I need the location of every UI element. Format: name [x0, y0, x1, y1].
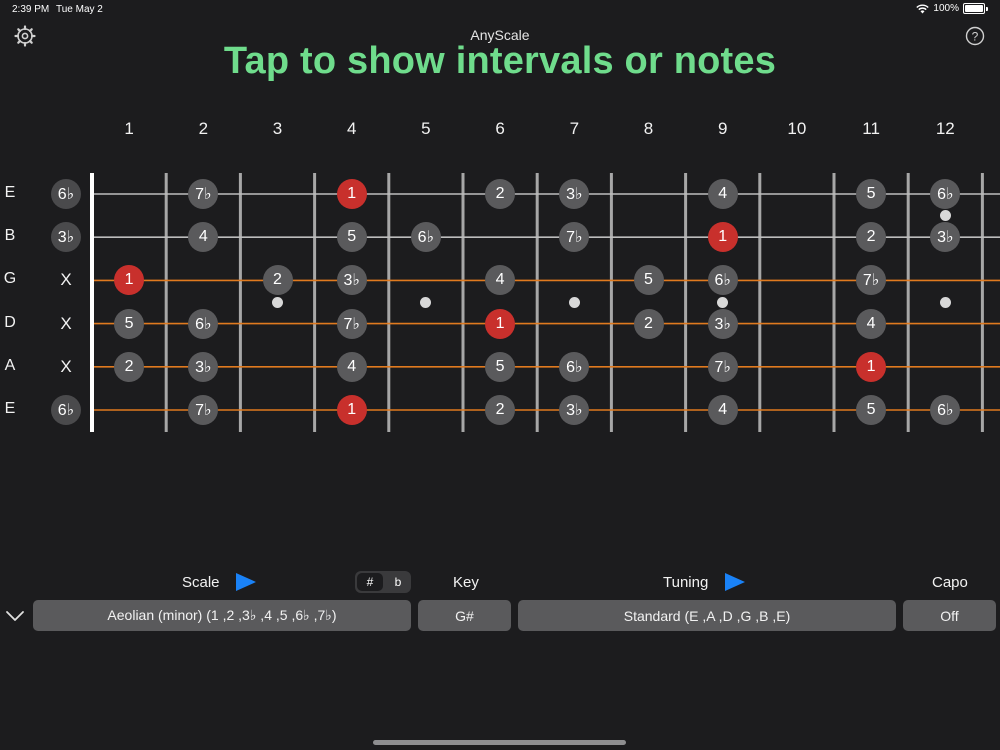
fret-number: 7: [569, 119, 580, 138]
scale-note-marker[interactable]: 6♭: [707, 265, 738, 296]
scale-note-marker[interactable]: 3♭: [707, 308, 738, 339]
play-scale-button[interactable]: [235, 572, 257, 592]
scale-label: Scale: [182, 574, 220, 591]
scale-note-marker[interactable]: 3♭: [336, 265, 367, 296]
collapse-button[interactable]: [4, 606, 26, 626]
fret-number: 9: [717, 119, 728, 138]
play-tuning-button[interactable]: [724, 572, 746, 592]
scale-select[interactable]: Aeolian (minor) (1 ,2 ,3♭ ,4 ,5 ,6♭ ,7♭): [33, 600, 411, 631]
root-note-marker[interactable]: 1: [485, 308, 516, 339]
muted-string-marker[interactable]: X: [51, 265, 81, 295]
scale-note-marker[interactable]: 7♭: [336, 308, 367, 339]
fret-number: 3: [272, 119, 283, 138]
fret-number: 1: [124, 119, 134, 138]
fret-inlay-dot: [717, 296, 729, 308]
scale-note-marker[interactable]: 6♭: [188, 308, 219, 339]
battery-icon: [963, 3, 985, 14]
fret-number: 2: [198, 119, 209, 138]
scale-note-marker[interactable]: 3♭: [188, 351, 219, 382]
status-date: Tue May 2: [56, 4, 103, 15]
status-right: 100%: [916, 3, 988, 14]
fret-number: 8: [643, 119, 654, 138]
scale-note-marker[interactable]: 2: [485, 395, 516, 425]
scale-note-marker[interactable]: 6♭: [410, 222, 441, 253]
capo-label: Capo: [932, 574, 968, 591]
battery-percent: 100%: [933, 3, 959, 14]
play-icon: [725, 573, 745, 591]
fret-number: 11: [862, 119, 880, 138]
sharp-option[interactable]: #: [357, 573, 383, 591]
sharp-flat-toggle[interactable]: # b: [355, 571, 411, 593]
home-indicator: [373, 740, 626, 745]
status-time: 2:39 PM: [12, 4, 50, 15]
fret-number: 12: [935, 119, 955, 138]
headline-toggle[interactable]: Tap to show intervals or notes: [0, 40, 1000, 83]
flat-option[interactable]: b: [385, 571, 411, 593]
tuning-select[interactable]: Standard (E ,A ,D ,G ,B ,E): [518, 600, 896, 631]
root-note-marker[interactable]: 1: [707, 222, 738, 253]
fret-inlay-dot: [939, 210, 951, 222]
tuning-label: Tuning: [663, 574, 709, 591]
muted-string-marker[interactable]: X: [51, 309, 81, 339]
scale-note-marker[interactable]: 4: [336, 351, 367, 382]
scale-note-marker[interactable]: 4: [856, 308, 887, 339]
root-note-marker[interactable]: 1: [856, 351, 887, 382]
scale-note-marker[interactable]: 2: [485, 179, 516, 209]
fret-number: 4: [346, 119, 357, 138]
play-icon: [236, 573, 256, 591]
scale-note-marker[interactable]: 2: [262, 265, 293, 296]
muted-string-marker[interactable]: X: [51, 352, 81, 382]
root-note-marker[interactable]: 1: [336, 179, 367, 209]
open-string-note[interactable]: 6♭: [51, 395, 81, 425]
fret-number: 6: [495, 119, 505, 138]
key-label: Key: [453, 574, 479, 591]
open-string-note[interactable]: 3♭: [51, 222, 81, 253]
fret-number: 5: [421, 119, 431, 138]
fret-inlay-dot: [568, 296, 580, 308]
scale-note-marker[interactable]: 2: [633, 308, 664, 339]
scale-note-marker[interactable]: 5: [633, 265, 664, 296]
scale-note-marker[interactable]: 4: [707, 395, 738, 425]
chevron-down-icon: [6, 611, 24, 621]
fret-number: 10: [787, 119, 807, 138]
scale-note-marker[interactable]: 2: [114, 351, 145, 382]
fret-inlay-dot: [272, 296, 283, 308]
scale-note-marker[interactable]: 5: [485, 351, 516, 382]
root-note-marker[interactable]: 1: [336, 395, 367, 425]
fret-inlay-dot: [420, 296, 432, 308]
fret-inlay-dot: [939, 296, 951, 308]
scale-note-marker[interactable]: 5: [856, 395, 887, 425]
battery-tip: [986, 6, 988, 11]
key-select[interactable]: G#: [418, 600, 511, 631]
scale-note-marker[interactable]: 5: [856, 179, 887, 209]
wifi-icon: [916, 4, 930, 13]
scale-note-marker[interactable]: 5: [336, 222, 367, 253]
scale-note-marker[interactable]: 5: [114, 308, 145, 339]
status-bar: 2:39 PM Tue May 2 100%: [0, 0, 1000, 20]
scale-note-marker[interactable]: 6♭: [559, 351, 590, 382]
scale-note-marker[interactable]: 4: [707, 179, 738, 209]
scale-note-marker[interactable]: 7♭: [707, 351, 738, 382]
open-string-note[interactable]: 6♭: [51, 179, 81, 209]
capo-select[interactable]: Off: [903, 600, 996, 631]
